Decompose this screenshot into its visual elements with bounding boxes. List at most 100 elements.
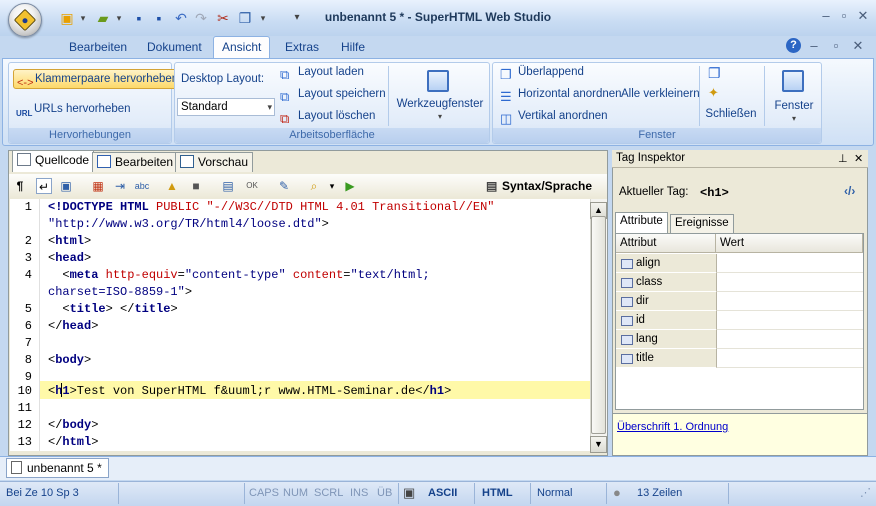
line-number: 3 [24, 251, 32, 265]
status-divider [244, 483, 245, 504]
run-icon[interactable]: ▶ [342, 178, 358, 194]
attribute-row[interactable]: dir [616, 292, 716, 311]
ueberlappend-button[interactable]: ❐ Überlappend [500, 63, 584, 83]
urls-button[interactable]: URL URLs hervorheben [16, 100, 131, 120]
horizontal-button[interactable]: ☰ Horizontal anordnen [500, 85, 622, 105]
scroll-down-icon[interactable]: ▼ [590, 436, 607, 453]
tab-dokument[interactable]: Dokument [139, 38, 210, 59]
current-tag-value: <h1> [700, 186, 729, 200]
format-icon[interactable]: abc [134, 178, 150, 194]
tab-bearbeiten[interactable]: Bearbeiten [61, 38, 135, 59]
attribute-value-cell[interactable] [716, 273, 863, 292]
encoding-indicator[interactable]: ASCII [428, 486, 457, 500]
maximize-icon[interactable]: ▫ [836, 8, 852, 24]
line-count: 13 Zeilen [637, 487, 683, 499]
validate-icon[interactable]: OK [244, 178, 260, 194]
ribbon-restore-icon[interactable]: ▫ [828, 38, 844, 54]
scroll-thumb[interactable] [591, 216, 606, 434]
code-editor[interactable] [40, 199, 590, 451]
line-number: 10 [17, 384, 32, 398]
tool-icon[interactable]: ■ [188, 178, 204, 194]
klammerpaare-button[interactable]: <->Klammerpaare hervorheben [13, 69, 183, 89]
inspector-close-icon[interactable]: ✕ [854, 152, 863, 165]
verkleinern-button[interactable]: Alle verkleinern [621, 85, 700, 105]
attribute-value-cell[interactable] [716, 330, 863, 349]
preview-icon [180, 155, 194, 168]
window-icon: ❐ [708, 65, 721, 81]
group-separator [764, 66, 765, 126]
layout-speichern-button[interactable]: ⧉ Layout speichern [280, 85, 386, 105]
tab-editor-bearbeiten[interactable]: Bearbeiten [92, 152, 179, 172]
attribute-row[interactable]: class [616, 273, 716, 292]
indent-icon[interactable]: ⇥ [112, 178, 128, 194]
attribute-row[interactable]: title [616, 349, 716, 368]
url-icon: URL [16, 109, 33, 118]
status-divider [474, 483, 475, 504]
current-tag-label: Aktueller Tag: [619, 186, 689, 198]
line-number: 13 [17, 435, 32, 449]
tag-description-link[interactable]: Überschrift 1. Ordnung [617, 421, 728, 433]
code-line: <h1>Test von SuperHTML f&uuml;r www.HTML… [48, 384, 452, 398]
werkzeugfenster-button[interactable]: Werkzeugfenster ▾ [393, 64, 487, 124]
tab-vorschau[interactable]: Vorschau [175, 152, 254, 172]
schliessen-button[interactable]: ❐ ✦ Schließen [703, 63, 759, 125]
status-divider [606, 483, 607, 504]
column-attribut: Attribut [616, 234, 716, 253]
verkleinern-label: Alle verkleinern [621, 88, 700, 100]
code-line: </head> [48, 319, 99, 333]
brackets-icon: <-> [17, 77, 34, 89]
fenster-button[interactable]: Fenster ▾ [768, 64, 820, 126]
ueberlappend-label: Überlappend [518, 66, 584, 78]
tab-ansicht[interactable]: Ansicht [213, 36, 271, 59]
pin-icon[interactable]: ⊥ [838, 152, 848, 165]
application-menu-button[interactable] [8, 3, 42, 37]
werkzeugfenster-label: Werkzeugfenster [396, 98, 484, 110]
word-wrap-icon[interactable]: ↵ [36, 178, 52, 194]
search-dropdown-icon[interactable]: ▾ [324, 178, 340, 194]
tab-ereignisse[interactable]: Ereignisse [670, 214, 734, 233]
line-numbers-icon[interactable]: ▣ [58, 178, 74, 194]
help-icon[interactable]: ? [786, 38, 801, 53]
language-indicator[interactable]: HTML [482, 486, 513, 500]
close-icon[interactable]: ✕ [855, 8, 871, 24]
color-icon[interactable]: ▦ [90, 178, 106, 194]
attribute-value-cell[interactable] [716, 311, 863, 330]
vertikal-button[interactable]: ◫ Vertikal anordnen [500, 107, 608, 127]
tag-code-icon[interactable]: ‹/› [844, 184, 855, 198]
attribute-value-cell[interactable] [716, 254, 863, 273]
layout-loeschen-button[interactable]: ⧉ Layout löschen [280, 107, 375, 127]
attribute-value-cell[interactable] [716, 349, 863, 368]
disk-icon: ▣ [403, 485, 416, 500]
code-line: </body> [48, 418, 99, 432]
search-icon[interactable]: ⌕ [306, 178, 322, 194]
document-tab[interactable]: unbenannt 5 * [6, 458, 109, 478]
ribbon-minimize-icon[interactable]: – [806, 38, 822, 54]
paragraph-icon[interactable]: ¶ [12, 178, 28, 194]
tab-quellcode[interactable]: Quellcode [12, 150, 95, 172]
layout-select[interactable]: Standard ▾ [177, 98, 275, 116]
insert-icon[interactable]: ▤ [220, 178, 236, 194]
attribute-row[interactable]: align [616, 254, 716, 273]
tab-extras[interactable]: Extras [277, 38, 327, 59]
code-line: <!DOCTYPE HTML PUBLIC "-//W3C//DTD HTML … [48, 200, 495, 214]
cursor-position: Bei Ze 10 Sp 3 [6, 487, 79, 499]
tab-hilfe[interactable]: Hilfe [333, 38, 373, 59]
group-caption: Arbeitsoberfläche [175, 128, 489, 143]
minimize-icon[interactable]: – [818, 8, 834, 24]
line-number: 4 [24, 268, 32, 282]
group-separator [388, 66, 389, 126]
attribute-value-cell[interactable] [716, 292, 863, 311]
tab-attribute[interactable]: Attribute [615, 212, 668, 233]
attribute-row[interactable]: id [616, 311, 716, 330]
lock-icon[interactable]: ▲ [164, 178, 180, 194]
syntax-sprache-button[interactable]: ▤ Syntax/Sprache [486, 176, 592, 196]
attribute-row[interactable]: lang [616, 330, 716, 349]
line-number: 5 [24, 302, 32, 316]
ribbon-close-icon[interactable]: ✕ [850, 38, 866, 54]
spellcheck-icon[interactable]: ✎ [276, 178, 292, 194]
close-all-icon: ✦ [708, 85, 719, 100]
mode-indicator[interactable]: Normal [537, 486, 572, 500]
layout-laden-button[interactable]: ⧉ Layout laden [280, 63, 364, 83]
resize-grip-icon[interactable]: ⋰ [860, 486, 871, 500]
line-number: 7 [24, 336, 32, 350]
